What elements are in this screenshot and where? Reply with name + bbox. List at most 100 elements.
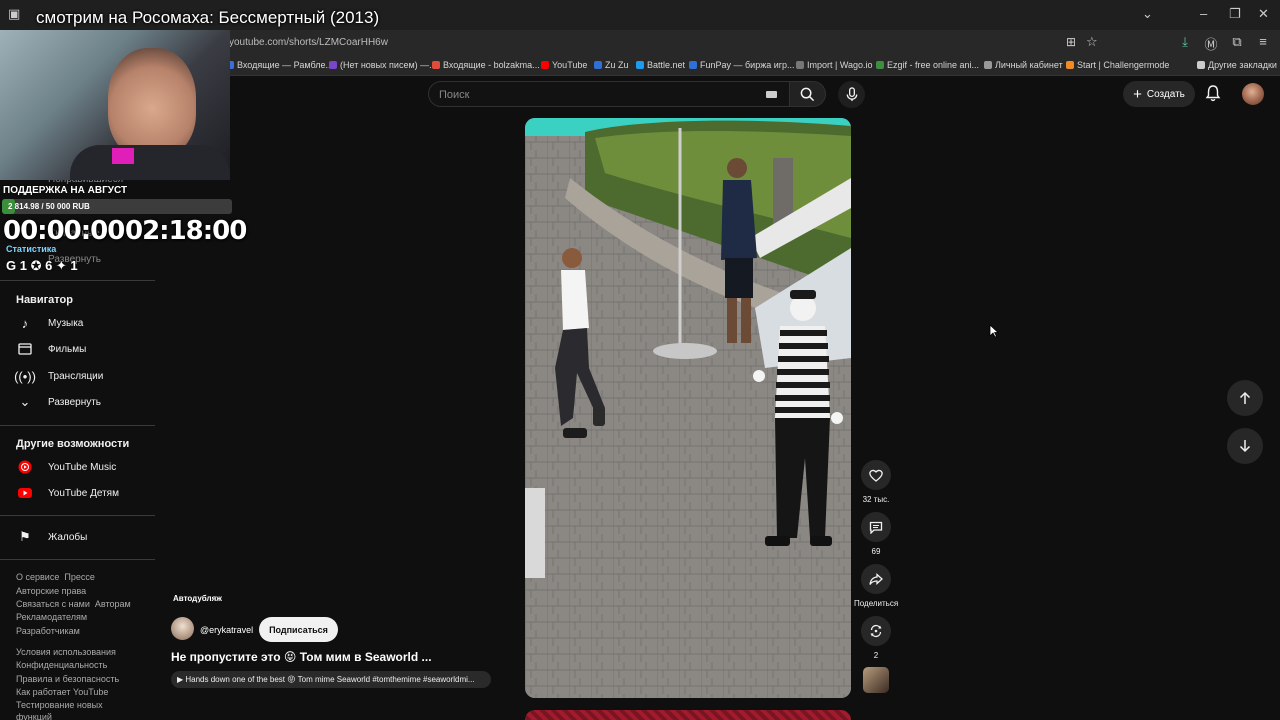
footer-link-terms[interactable]: Условия использования <box>16 647 116 657</box>
bookmark-item[interactable]: Личный кабинет <box>984 60 1063 70</box>
sidebar-item-films[interactable]: Фильмы <box>16 339 86 359</box>
search-button[interactable] <box>790 81 826 107</box>
remix-count: 2 <box>873 651 879 660</box>
microphone-icon <box>846 87 857 102</box>
comment-icon <box>869 521 883 534</box>
bookmark-item[interactable]: Другие закладки <box>1197 60 1277 70</box>
youtube-music-icon <box>16 458 34 476</box>
footer-links-row: Связаться с нами Авторам <box>16 599 131 609</box>
bookmark-item[interactable]: Import | Wago.io <box>796 60 873 70</box>
previous-short-button[interactable] <box>1227 380 1263 416</box>
bell-icon <box>1205 85 1221 102</box>
share-button[interactable] <box>861 564 891 594</box>
bookmark-favicon-icon <box>432 61 440 69</box>
minimize-icon[interactable]: – <box>1200 6 1207 21</box>
notifications-button[interactable] <box>1205 84 1221 107</box>
footer-link-contact[interactable]: Связаться с нами <box>16 599 90 609</box>
remix-action[interactable]: 2 <box>854 616 898 660</box>
footer-link-features[interactable]: функций <box>16 712 52 720</box>
sound-thumbnail[interactable] <box>863 667 889 693</box>
footer-link-creators[interactable]: Авторам <box>95 599 131 609</box>
next-short-preview[interactable] <box>525 710 851 720</box>
footer-link-copyright[interactable]: Авторские права <box>16 586 86 596</box>
comment-button[interactable] <box>861 512 891 542</box>
bookmark-favicon-icon <box>1197 61 1205 69</box>
footer-link-press[interactable]: Прессе <box>64 572 95 582</box>
bookmark-label: Start | Challengermode <box>1077 60 1170 70</box>
search-icon <box>800 87 815 101</box>
sidebar-item-expand[interactable]: ⌄ Развернуть <box>16 392 101 412</box>
download-icon[interactable]: ⤓ <box>1178 34 1192 53</box>
channel-name[interactable]: @erykatravel <box>200 625 253 635</box>
plus-icon: + <box>1133 85 1142 103</box>
bookmark-label: YouTube <box>552 60 588 70</box>
bookmark-favicon-icon <box>329 61 337 69</box>
broadcast-icon: ((•)) <box>14 368 36 384</box>
sidebar-item-youtube-music[interactable]: YouTube Music <box>16 457 116 477</box>
bookmark-item[interactable]: Входящие - bolzakma... <box>432 60 540 70</box>
footer-link-developers[interactable]: Разработчикам <box>16 626 80 636</box>
bookmark-item[interactable]: FunPay — биржа игр... <box>689 60 795 70</box>
sidebar-item-reports[interactable]: ⚑ Жалобы <box>16 527 87 547</box>
sidebar-item-youtube-kids[interactable]: YouTube Детям <box>16 483 119 503</box>
footer-link-about[interactable]: О сервисе <box>16 572 59 582</box>
sidebar-item-live[interactable]: ((•)) Трансляции <box>14 366 104 386</box>
create-button[interactable]: + Создать <box>1123 81 1195 107</box>
bookmark-label: Zu Zu <box>605 60 629 70</box>
bookmark-item[interactable]: Zu Zu <box>594 60 629 70</box>
bookmark-item[interactable]: Battle.net <box>636 60 685 70</box>
bookmark-label: Личный кабинет <box>995 60 1063 70</box>
sidebar-item-label: Трансляции <box>48 370 104 382</box>
footer-link-advertise[interactable]: Рекламодателям <box>16 612 87 622</box>
bookmark-item[interactable]: YouTube <box>541 60 587 70</box>
like-button[interactable] <box>861 460 891 490</box>
bookmark-label: Import | Wago.io <box>807 60 873 70</box>
remix-button[interactable] <box>861 616 891 646</box>
search-placeholder: Поиск <box>439 89 470 101</box>
pink-object <box>112 148 134 164</box>
bookmark-item[interactable]: (Нет новых писем) —... <box>329 60 437 70</box>
footer-link-test-features[interactable]: Тестирование новых <box>16 700 103 710</box>
extensions-icon[interactable]: ⧉ <box>1230 34 1244 53</box>
streamer-face <box>108 48 196 158</box>
description-chip[interactable]: ▶ Hands down one of the best 😝 Tom mime … <box>171 671 491 688</box>
channel-avatar[interactable] <box>171 617 194 640</box>
more-heading: Другие возможности <box>16 438 130 450</box>
flag-icon: ⚑ <box>19 529 31 544</box>
browser-menu-icon[interactable]: ≡ <box>1256 34 1270 53</box>
share-action[interactable]: Поделиться <box>854 564 898 608</box>
sidebar-item-music[interactable]: ♪ Музыка <box>16 313 84 333</box>
bookmark-label: (Нет новых писем) —... <box>340 60 437 70</box>
footer-link-policy-safety[interactable]: Правила и безопасность <box>16 674 119 684</box>
film-icon <box>16 340 34 358</box>
sidebar-divider <box>0 425 155 426</box>
short-video-player[interactable] <box>525 118 851 698</box>
bookmark-item[interactable]: Входящие — Рамбле... <box>226 60 333 70</box>
profile-m-icon[interactable]: Ⓜ <box>1204 34 1218 53</box>
bookmark-item[interactable]: Start | Challengermode <box>1066 60 1169 70</box>
next-short-button[interactable] <box>1227 428 1263 464</box>
tab-dropdown-icon[interactable]: ⌄ <box>1142 6 1153 22</box>
subscribe-button[interactable]: Подписаться <box>259 617 338 642</box>
user-avatar[interactable] <box>1242 83 1264 105</box>
comment-action[interactable]: 69 <box>854 512 898 556</box>
bookmark-favicon-icon <box>541 61 549 69</box>
heart-icon <box>869 469 883 482</box>
url-text[interactable]: youtube.com/shorts/LZMCoarHH6w <box>229 37 388 48</box>
footer-link-privacy[interactable]: Конфиденциальность <box>16 660 107 670</box>
streamer-shirt <box>70 145 230 180</box>
footer-link-how-youtube-works[interactable]: Как работает YouTube <box>16 687 108 697</box>
tab-menu-icon[interactable]: ▣ <box>8 6 20 22</box>
bookmark-label: Входящие — Рамбле... <box>237 60 333 70</box>
install-app-icon[interactable]: ⊞ <box>1066 35 1076 49</box>
keyboard-icon[interactable] <box>766 91 777 98</box>
like-action[interactable]: 32 тыс. <box>854 460 898 504</box>
bookmark-item[interactable]: Ezgif - free online ani... <box>876 60 979 70</box>
support-goal-label: ПОДДЕРЖКА НА АВГУСТ <box>3 185 128 196</box>
short-title[interactable]: Не пропустите это 😝 Том мим в Seaworld .… <box>171 650 432 664</box>
close-window-icon[interactable]: ✕ <box>1258 6 1269 22</box>
search-input[interactable]: Поиск <box>428 81 790 107</box>
voice-search-button[interactable] <box>838 81 865 108</box>
bookmark-star-icon[interactable]: ☆ <box>1086 34 1098 50</box>
restore-icon[interactable]: ❐ <box>1229 6 1241 22</box>
